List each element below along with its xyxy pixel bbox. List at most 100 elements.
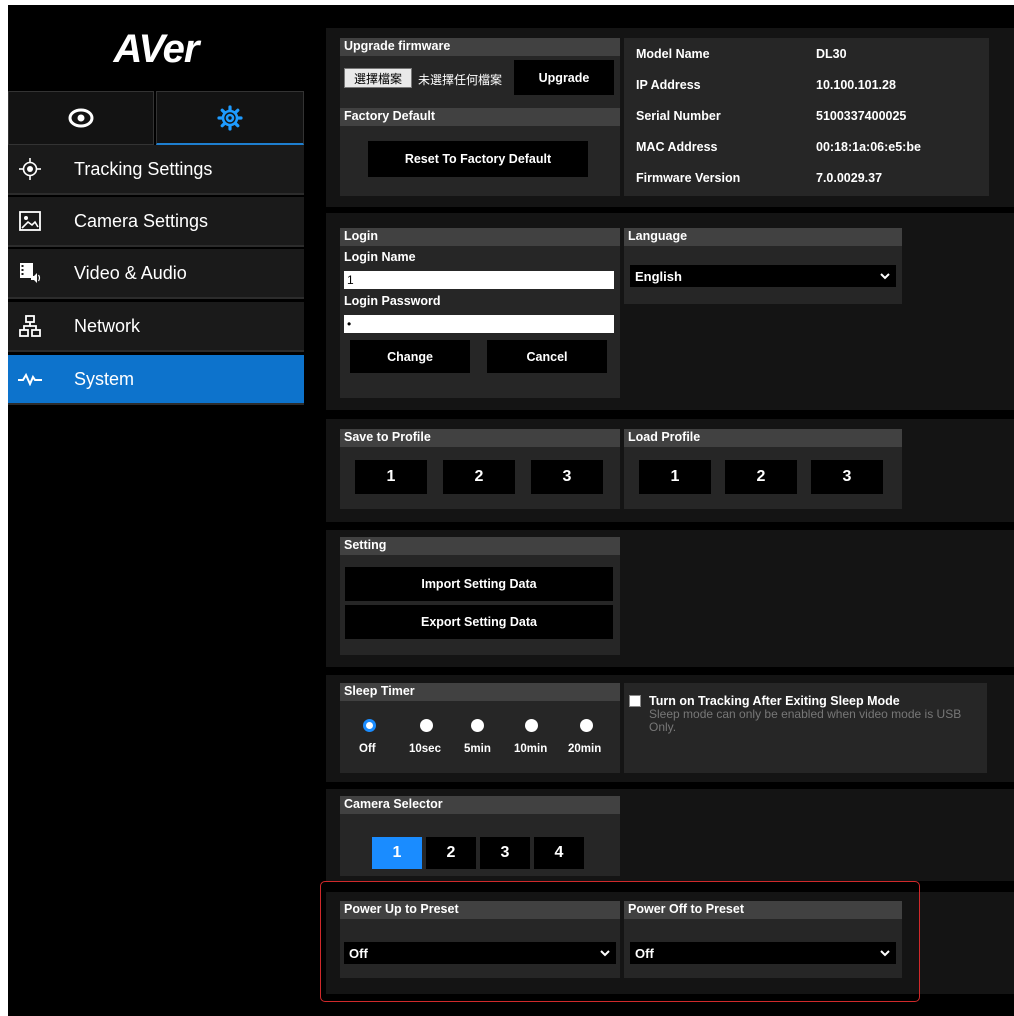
sidebar-item-tracking-settings[interactable]: Tracking Settings bbox=[8, 145, 304, 195]
section-header-camera-selector: Camera Selector bbox=[340, 796, 620, 814]
sidebar-item-system[interactable]: System bbox=[8, 355, 304, 405]
camera-4-button[interactable]: 4 bbox=[534, 837, 584, 869]
crosshair-icon bbox=[8, 158, 52, 180]
panel-save-profile: Save to Profile 1 2 3 bbox=[340, 429, 620, 509]
card-camera-selector: Camera Selector 1 2 3 4 bbox=[326, 789, 1014, 881]
load-profile-3-button[interactable]: 3 bbox=[811, 460, 883, 494]
language-select[interactable]: English bbox=[630, 265, 896, 287]
image-icon bbox=[8, 211, 52, 231]
power-off-preset-select[interactable]: Off bbox=[630, 942, 896, 964]
login-name-label: Login Name bbox=[344, 250, 416, 264]
firmware-version-label: Firmware Version bbox=[636, 171, 741, 185]
mac-address-label: MAC Address bbox=[636, 140, 718, 154]
language-selected-value: English bbox=[635, 268, 682, 284]
ip-address-value: 10.100.101.28 bbox=[816, 78, 896, 92]
upgrade-button[interactable]: Upgrade bbox=[514, 60, 614, 95]
import-setting-data-button[interactable]: Import Setting Data bbox=[345, 567, 613, 601]
no-file-chosen-text: 未選擇任何檔案 bbox=[418, 73, 503, 87]
eye-icon bbox=[68, 108, 94, 128]
ip-address-label: IP Address bbox=[636, 78, 701, 92]
section-header-save-to-profile: Save to Profile bbox=[340, 429, 620, 447]
panel-language: Language English bbox=[624, 228, 902, 304]
sleep-timer-20min-radio[interactable] bbox=[580, 719, 593, 732]
load-profile-2-button[interactable]: 2 bbox=[725, 460, 797, 494]
panel-power-off-preset: Power Off to Preset Off bbox=[624, 901, 902, 978]
card-firmware: Upgrade firmware 選擇檔案 未選擇任何檔案 Upgrade Fa… bbox=[326, 28, 1014, 207]
sidebar-item-video-audio[interactable]: Video & Audio bbox=[8, 249, 304, 299]
camera-3-button[interactable]: 3 bbox=[480, 837, 530, 869]
sidebar-item-label: Tracking Settings bbox=[74, 158, 213, 179]
choose-file-button[interactable]: 選擇檔案 bbox=[344, 68, 412, 88]
power-off-selected-value: Off bbox=[635, 945, 654, 961]
sleep-timer-10sec-label: 10sec bbox=[409, 743, 441, 755]
load-profile-1-button[interactable]: 1 bbox=[639, 460, 711, 494]
model-name-value: DL30 bbox=[816, 47, 847, 61]
pulse-icon bbox=[8, 372, 52, 386]
tracking-after-sleep-label: Turn on Tracking After Exiting Sleep Mod… bbox=[649, 694, 900, 708]
panel-login: Login Login Name 1 Login Password • Chan… bbox=[340, 228, 620, 398]
tab-live-view[interactable] bbox=[8, 91, 154, 145]
mac-address-value: 00:18:1a:06:e5:be bbox=[816, 140, 921, 154]
chevron-down-icon bbox=[600, 949, 610, 956]
card-login: Login Login Name 1 Login Password • Chan… bbox=[326, 213, 1014, 410]
sleep-mode-note: Sleep mode can only be enabled when vide… bbox=[649, 707, 962, 734]
sidebar-item-network[interactable]: Network bbox=[8, 302, 304, 352]
export-setting-data-button[interactable]: Export Setting Data bbox=[345, 605, 613, 639]
sidebar: AVer Tracking Settings Camera Settings V… bbox=[8, 5, 304, 1016]
sleep-timer-10sec-radio[interactable] bbox=[420, 719, 433, 732]
sleep-timer-5min-radio[interactable] bbox=[471, 719, 484, 732]
sidebar-item-camera-settings[interactable]: Camera Settings bbox=[8, 197, 304, 247]
section-header-login: Login bbox=[340, 228, 620, 246]
firmware-version-value: 7.0.0029.37 bbox=[816, 171, 883, 185]
sleep-timer-off-radio[interactable] bbox=[363, 719, 376, 732]
sleep-timer-20min-label: 20min bbox=[568, 743, 602, 755]
section-header-upgrade-firmware: Upgrade firmware bbox=[340, 38, 620, 56]
reset-factory-default-button[interactable]: Reset To Factory Default bbox=[368, 141, 588, 177]
panel-device-info: Model Name DL30 IP Address 10.100.101.28… bbox=[624, 38, 989, 196]
gear-icon bbox=[217, 104, 243, 131]
sleep-timer-5min-label: 5min bbox=[464, 743, 491, 755]
panel-firmware-factory: Upgrade firmware 選擇檔案 未選擇任何檔案 Upgrade Fa… bbox=[340, 38, 620, 196]
save-profile-2-button[interactable]: 2 bbox=[443, 460, 515, 494]
section-header-load-profile: Load Profile bbox=[624, 429, 902, 447]
chevron-down-icon bbox=[880, 949, 890, 956]
camera-2-button[interactable]: 2 bbox=[426, 837, 476, 869]
sleep-timer-10min-label: 10min bbox=[514, 743, 548, 755]
save-profile-3-button[interactable]: 3 bbox=[531, 460, 603, 494]
aver-logo: AVer bbox=[8, 5, 304, 91]
section-header-factory-default: Factory Default bbox=[340, 108, 620, 126]
power-up-selected-value: Off bbox=[349, 945, 368, 961]
cancel-button[interactable]: Cancel bbox=[487, 340, 607, 373]
video-audio-icon bbox=[8, 261, 52, 285]
camera-1-button[interactable]: 1 bbox=[372, 837, 422, 869]
serial-number-label: Serial Number bbox=[636, 109, 721, 123]
change-button[interactable]: Change bbox=[350, 340, 470, 373]
sleep-timer-off-label: Off bbox=[359, 743, 376, 755]
main-content: Upgrade firmware 選擇檔案 未選擇任何檔案 Upgrade Fa… bbox=[304, 5, 1014, 1016]
panel-setting: Setting Import Setting Data Export Setti… bbox=[340, 537, 620, 655]
panel-power-up-preset: Power Up to Preset Off bbox=[340, 901, 620, 978]
sidebar-item-label: System bbox=[74, 368, 135, 389]
tab-settings[interactable] bbox=[156, 91, 304, 145]
login-password-label: Login Password bbox=[344, 294, 441, 308]
panel-tracking-after-sleep: Turn on Tracking After Exiting Sleep Mod… bbox=[624, 683, 987, 773]
sleep-timer-10min-radio[interactable] bbox=[525, 719, 538, 732]
card-setting: Setting Import Setting Data Export Setti… bbox=[326, 530, 1014, 667]
card-profiles: Save to Profile 1 2 3 Load Profile 1 2 3 bbox=[326, 419, 1014, 522]
panel-camera-selector: Camera Selector 1 2 3 4 bbox=[340, 796, 620, 876]
save-profile-1-button[interactable]: 1 bbox=[355, 460, 427, 494]
login-password-input[interactable]: • bbox=[344, 315, 614, 333]
logo-text: AVer bbox=[113, 27, 200, 71]
section-header-setting: Setting bbox=[340, 537, 620, 555]
section-header-power-up-to-preset: Power Up to Preset bbox=[340, 901, 620, 919]
card-power-presets: Power Up to Preset Off Power Off to Pres… bbox=[326, 892, 1014, 994]
login-name-input[interactable]: 1 bbox=[344, 271, 614, 289]
sidebar-item-label: Video & Audio bbox=[74, 262, 187, 283]
section-header-sleep-timer: Sleep Timer bbox=[340, 683, 620, 701]
sidebar-item-label: Camera Settings bbox=[74, 210, 209, 231]
panel-sleep-timer: Sleep Timer Off 10sec 5min 10min 20min bbox=[340, 683, 620, 773]
sidebar-item-label: Network bbox=[74, 315, 141, 336]
tracking-after-sleep-checkbox[interactable] bbox=[629, 695, 641, 707]
panel-load-profile: Load Profile 1 2 3 bbox=[624, 429, 902, 509]
power-up-preset-select[interactable]: Off bbox=[344, 942, 616, 964]
